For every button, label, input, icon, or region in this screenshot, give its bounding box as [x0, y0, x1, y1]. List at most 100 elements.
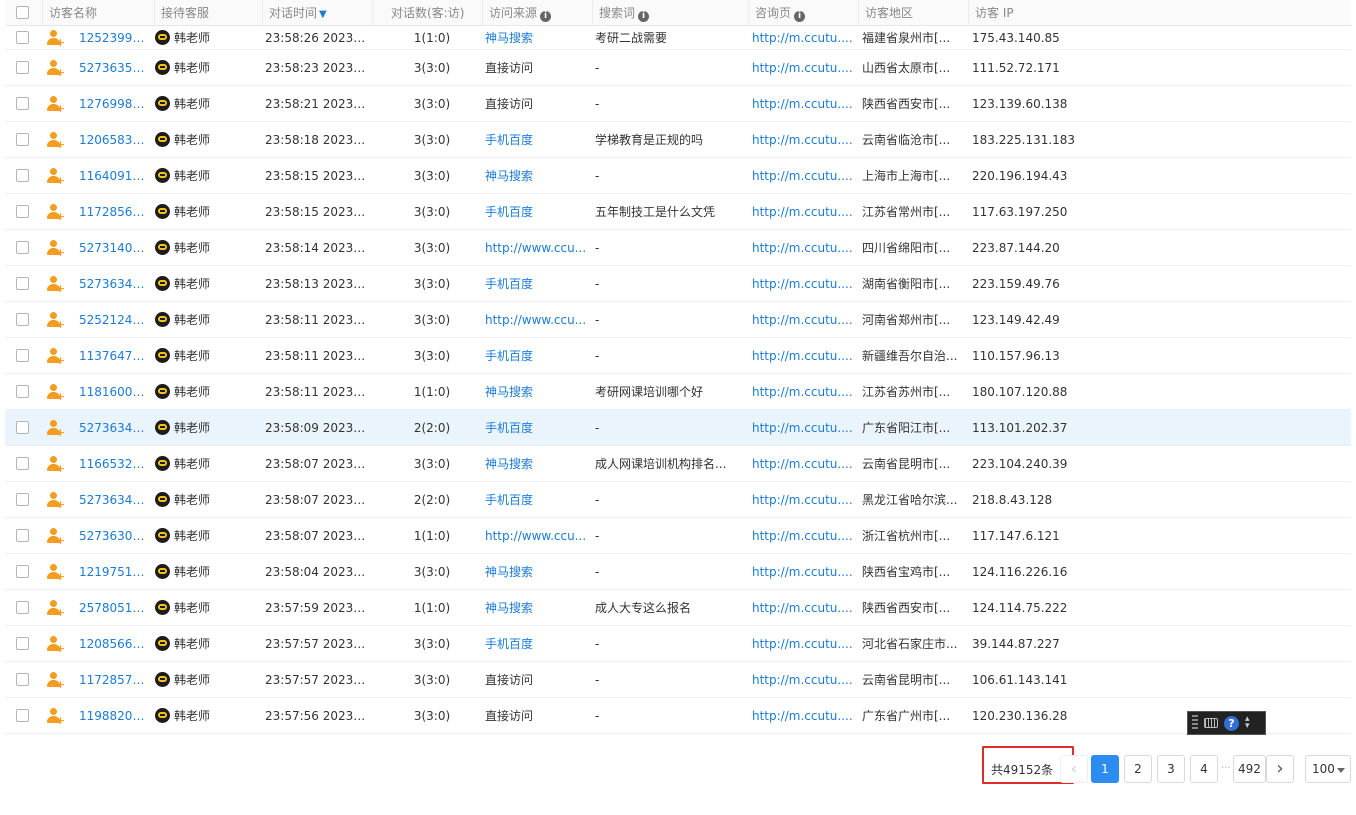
row-checkbox[interactable] [16, 61, 29, 74]
visitor-name-link[interactable]: 11376478... [79, 338, 151, 373]
header-keyword[interactable]: 搜索词 i [593, 0, 749, 26]
source-cell[interactable]: 手机百度 [485, 338, 589, 373]
consult-page-link[interactable]: http://m.ccutu.... [752, 482, 856, 517]
consult-page-link[interactable]: http://m.ccutu.... [752, 86, 856, 121]
visitor-name-link[interactable]: 52736340... [79, 482, 151, 517]
select-all-checkbox[interactable] [16, 6, 29, 19]
user-add-icon[interactable]: + [47, 671, 65, 690]
consult-page-link[interactable]: http://m.ccutu.... [752, 518, 856, 553]
user-add-icon[interactable]: + [47, 563, 65, 582]
consult-page-link[interactable]: http://m.ccutu.... [752, 122, 856, 157]
page-button-3[interactable]: 3 [1157, 755, 1185, 783]
visitor-name-link[interactable]: 52736353... [79, 50, 151, 85]
user-add-icon[interactable]: + [47, 707, 65, 726]
row-checkbox[interactable] [16, 241, 29, 254]
header-agent[interactable]: 接待客服 [155, 0, 263, 26]
table-row[interactable]: + 12085662... 韩老师 23:57:57 2023-... 3(3:… [5, 626, 1351, 662]
consult-page-link[interactable]: http://m.ccutu.... [752, 194, 856, 229]
visitor-name-link[interactable]: 12523995... [79, 26, 151, 49]
consult-page-link[interactable]: http://m.ccutu.... [752, 50, 856, 85]
table-row[interactable]: + 11728575... 韩老师 23:57:57 2023-... 3(3:… [5, 662, 1351, 698]
source-cell[interactable]: 手机百度 [485, 482, 589, 517]
header-page[interactable]: 咨询页 i [749, 0, 859, 26]
visitor-name-link[interactable]: 12085662... [79, 626, 151, 661]
row-checkbox[interactable] [16, 97, 29, 110]
table-row[interactable]: + 11988207... 韩老师 23:57:56 2023-... 3(3:… [5, 698, 1351, 734]
info-icon[interactable]: i [638, 11, 650, 22]
info-icon[interactable]: i [794, 11, 806, 22]
row-checkbox[interactable] [16, 493, 29, 506]
info-icon[interactable]: i [540, 11, 552, 22]
grip-icon[interactable] [1192, 715, 1198, 731]
consult-page-link[interactable]: http://m.ccutu.... [752, 374, 856, 409]
visitor-name-link[interactable]: 11728566... [79, 194, 151, 229]
source-cell[interactable]: 手机百度 [485, 410, 589, 445]
row-checkbox[interactable] [16, 205, 29, 218]
sort-desc-icon[interactable]: ▼ [319, 9, 327, 20]
table-row[interactable]: + 25780512... 韩老师 23:57:59 2023-... 1(1:… [5, 590, 1351, 626]
user-add-icon[interactable]: + [47, 491, 65, 510]
consult-page-link[interactable]: http://m.ccutu.... [752, 410, 856, 445]
consult-page-link[interactable]: http://m.ccutu.... [752, 266, 856, 301]
source-cell[interactable]: 神马搜索 [485, 554, 589, 589]
table-row[interactable]: + 52736346... 韩老师 23:58:13 2023-... 3(3:… [5, 266, 1351, 302]
visitor-name-link[interactable]: 52736346... [79, 266, 151, 301]
user-add-icon[interactable]: + [47, 203, 65, 222]
visitor-name-link[interactable]: 11665322... [79, 446, 151, 481]
consult-page-link[interactable]: http://m.ccutu.... [752, 338, 856, 373]
visitor-name-link[interactable]: 12769984... [79, 86, 151, 121]
header-source[interactable]: 访问来源 i [483, 0, 593, 26]
row-checkbox[interactable] [16, 133, 29, 146]
help-icon[interactable]: ? [1224, 715, 1239, 731]
page-button-1[interactable]: 1 [1091, 755, 1119, 783]
table-row[interactable]: + 52736301... 韩老师 23:58:07 2023-... 1(1:… [5, 518, 1351, 554]
header-visitor-name[interactable]: 访客名称 [43, 0, 155, 26]
source-cell[interactable]: 手机百度 [485, 266, 589, 301]
page-size-select[interactable]: 100 [1305, 755, 1351, 783]
user-add-icon[interactable]: + [47, 419, 65, 438]
source-cell[interactable]: 神马搜索 [485, 26, 589, 49]
source-cell[interactable]: 手机百度 [485, 122, 589, 157]
consult-page-link[interactable]: http://m.ccutu.... [752, 554, 856, 589]
table-row[interactable]: + 11728566... 韩老师 23:58:15 2023-... 3(3:… [5, 194, 1351, 230]
visitor-name-link[interactable]: 11728575... [79, 662, 151, 697]
ime-toolbar[interactable]: ? ▴ ▾ [1187, 711, 1266, 735]
source-cell[interactable]: http://www.ccu... [485, 518, 589, 553]
user-add-icon[interactable]: + [47, 635, 65, 654]
source-cell[interactable]: http://www.ccu... [485, 302, 589, 337]
header-count[interactable]: 对话数(客:访) [373, 0, 483, 26]
consult-page-link[interactable]: http://m.ccutu.... [752, 26, 856, 49]
page-button-4[interactable]: 4 [1190, 755, 1218, 783]
row-checkbox[interactable] [16, 349, 29, 362]
user-add-icon[interactable]: + [47, 59, 65, 78]
table-row[interactable]: + 12523995... 韩老师 23:58:26 2023-... 1(1:… [5, 26, 1351, 50]
source-cell[interactable]: 手机百度 [485, 194, 589, 229]
row-checkbox[interactable] [16, 637, 29, 650]
row-checkbox[interactable] [16, 601, 29, 614]
row-checkbox[interactable] [16, 421, 29, 434]
header-time[interactable]: 对话时间 ▼ [263, 0, 373, 26]
row-checkbox[interactable] [16, 277, 29, 290]
consult-page-link[interactable]: http://m.ccutu.... [752, 626, 856, 661]
table-row[interactable]: + 52736340... 韩老师 23:58:07 2023-... 2(2:… [5, 482, 1351, 518]
row-checkbox[interactable] [16, 529, 29, 542]
consult-page-link[interactable]: http://m.ccutu.... [752, 230, 856, 265]
visitor-name-link[interactable]: 12065835... [79, 122, 151, 157]
user-add-icon[interactable]: + [47, 383, 65, 402]
ime-menu-icon[interactable]: ▴ ▾ [1245, 715, 1250, 731]
table-row[interactable]: + 52731408... 韩老师 23:58:14 2023-... 3(3:… [5, 230, 1351, 266]
visitor-name-link[interactable]: 52736343... [79, 410, 151, 445]
user-add-icon[interactable]: + [47, 131, 65, 150]
visitor-name-link[interactable]: 12197511... [79, 554, 151, 589]
row-checkbox[interactable] [16, 313, 29, 326]
user-add-icon[interactable]: + [47, 275, 65, 294]
table-row[interactable]: + 11376478... 韩老师 23:58:11 2023-... 3(3:… [5, 338, 1351, 374]
visitor-name-link[interactable]: 52731408... [79, 230, 151, 265]
row-checkbox[interactable] [16, 169, 29, 182]
user-add-icon[interactable]: + [47, 239, 65, 258]
keyboard-icon[interactable] [1204, 718, 1218, 728]
row-checkbox[interactable] [16, 673, 29, 686]
user-add-icon[interactable]: + [47, 599, 65, 618]
visitor-name-link[interactable]: 25780512... [79, 590, 151, 625]
header-region[interactable]: 访客地区 [859, 0, 969, 26]
